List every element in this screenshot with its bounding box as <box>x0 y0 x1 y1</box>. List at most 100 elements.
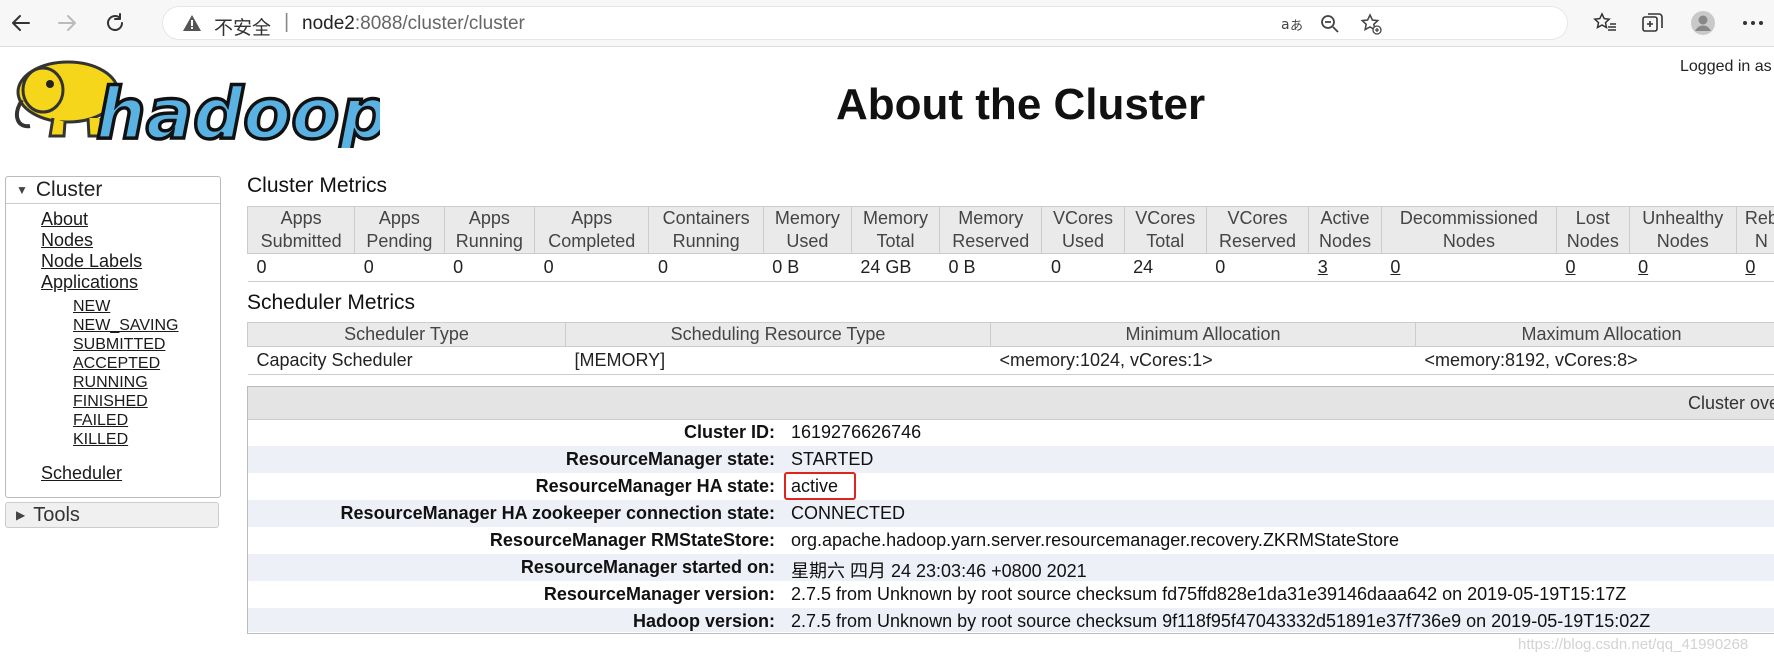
overview-label: Hadoop version: <box>632 611 775 631</box>
nav-link-app-accepted[interactable]: ACCEPTED <box>73 355 160 373</box>
favorites-icon[interactable] <box>1592 10 1618 36</box>
header-line: VCores <box>1053 208 1114 228</box>
value-vcores-reserved: 0 <box>1206 253 1309 282</box>
col-lost-nodes[interactable]: Lost Nodes <box>1555 206 1630 254</box>
value-apps-running: 0 <box>444 253 535 282</box>
scheduler-metrics-table: Scheduler Type Scheduling Resource Type … <box>247 322 1774 375</box>
cluster-metrics-header-row: Apps Submitted Apps Pending Apps Running Ap… <box>246 206 1774 254</box>
overview-value: 2.7.5 from Unknown by root source checks… <box>791 611 1651 631</box>
reload-icon[interactable] <box>100 8 130 38</box>
nav-link-app-running[interactable]: RUNNING <box>73 374 148 392</box>
insecure-label[interactable]: 不安全 <box>214 13 271 40</box>
active-nodes-link[interactable]: 3 <box>1318 257 1328 277</box>
back-icon[interactable] <box>6 8 36 38</box>
lost-nodes-link[interactable]: 0 <box>1565 257 1575 277</box>
overview-label: Cluster ID: <box>683 422 775 442</box>
nav-link-scheduler[interactable]: Scheduler <box>41 463 122 484</box>
col-decommissioned-nodes[interactable]: Decommissioned Nodes <box>1380 206 1557 254</box>
watermark: https://blog.csdn.net/qq_41990268 <box>1518 636 1749 653</box>
col-active-nodes[interactable]: Active Nodes <box>1308 206 1382 254</box>
col-scheduler-type[interactable]: Scheduler Type <box>247 322 566 347</box>
col-unhealthy-nodes[interactable]: Unhealthy Nodes <box>1628 206 1737 254</box>
header-line: Lost <box>1575 208 1610 228</box>
value-minimum-allocation: <memory:1024, vCores:1> <box>990 346 1416 375</box>
url-separator: | <box>284 11 290 33</box>
cluster-overview-title: Cluster ove <box>1688 393 1774 413</box>
overview-row: ResourceManager HA state: active <box>248 472 1774 500</box>
nav-link-app-finished[interactable]: FINISHED <box>73 393 148 411</box>
svg-text:あ: あ <box>1290 19 1302 34</box>
header-line: Total <box>1146 231 1185 251</box>
nav-link-nodes[interactable]: Nodes <box>41 230 93 251</box>
header-line: VCores <box>1227 208 1288 228</box>
nav-link-app-killed[interactable]: KILLED <box>73 431 128 449</box>
url-host: node2 <box>302 13 355 34</box>
col-memory-reserved[interactable]: Memory Reserved <box>939 206 1043 254</box>
header-line: Completed <box>548 231 636 251</box>
value-containers-running: 0 <box>648 253 764 282</box>
col-minimum-allocation[interactable]: Minimum Allocation <box>990 322 1416 347</box>
scheduler-metrics-title: Scheduler Metrics <box>247 291 416 314</box>
hadoop-logo[interactable]: hadoop <box>8 56 391 157</box>
value-scheduling-resource-type: [MEMORY] <box>565 346 991 375</box>
decommissioned-nodes-link[interactable]: 0 <box>1390 257 1400 277</box>
overview-row: Hadoop version: 2.7.5 from Unknown by ro… <box>248 608 1774 632</box>
header-line: Used <box>1062 231 1105 251</box>
cluster-nav-header[interactable]: ▼ Cluster <box>6 177 220 204</box>
nav-link-about[interactable]: About <box>41 209 88 230</box>
nav-link-app-new-saving[interactable]: NEW_SAVING <box>73 317 179 335</box>
header-line: Nodes <box>1319 231 1372 251</box>
zoom-out-icon[interactable] <box>1319 13 1341 35</box>
col-apps-completed[interactable]: Apps Completed <box>534 206 650 254</box>
header-line: Apps <box>280 208 322 228</box>
col-vcores-used[interactable]: VCores Used <box>1041 206 1125 254</box>
ha-state-value: active <box>791 476 839 496</box>
col-containers-running[interactable]: Containers Running <box>648 206 764 254</box>
value-memory-reserved: 0 B <box>939 253 1042 282</box>
value-apps-submitted: 0 <box>247 253 355 282</box>
nav-link-applications[interactable]: Applications <box>41 272 138 293</box>
col-scheduling-resource-type[interactable]: Scheduling Resource Type <box>565 322 991 347</box>
forward-icon[interactable] <box>52 8 82 38</box>
header-line: Running <box>672 231 740 251</box>
col-apps-running[interactable]: Apps Running <box>443 206 536 254</box>
col-vcores-total[interactable]: VCores Total <box>1123 206 1207 254</box>
col-memory-total[interactable]: Memory Total <box>850 206 941 254</box>
nav-link-node-labels[interactable]: Node Labels <box>41 251 142 272</box>
col-apps-pending[interactable]: Apps Pending <box>354 206 445 254</box>
header-line: Memory <box>862 208 928 228</box>
header-line: Apps <box>378 208 420 228</box>
collections-icon[interactable] <box>1640 10 1666 36</box>
col-rebooted-nodes[interactable]: Reb N <box>1735 206 1774 254</box>
col-apps-submitted[interactable]: Apps Submitted <box>246 206 356 254</box>
nav-link-app-new[interactable]: NEW <box>73 298 110 316</box>
overview-value: org.apache.hadoop.yarn.server.resourcema… <box>791 530 1399 550</box>
overview-row: ResourceManager HA zookeeper connection … <box>248 500 1774 527</box>
header-line: N <box>1754 231 1768 251</box>
overview-value: 星期六 四月 24 23:03:46 +0800 2021 <box>791 561 1087 581</box>
col-memory-used[interactable]: Memory Used <box>762 206 852 254</box>
col-maximum-allocation[interactable]: Maximum Allocation <box>1415 322 1774 347</box>
header-line: Pending <box>366 231 433 251</box>
unhealthy-nodes-link[interactable]: 0 <box>1638 257 1648 277</box>
value-scheduler-type: Capacity Scheduler <box>247 346 566 375</box>
nav-link-app-failed[interactable]: FAILED <box>73 412 128 430</box>
overview-value: 1619276626746 <box>791 422 922 442</box>
read-aloud-icon[interactable]: aあ <box>1280 13 1302 35</box>
more-menu-icon[interactable] <box>1740 10 1766 36</box>
overview-value: 2.7.5 from Unknown by root source checks… <box>791 584 1627 604</box>
address-bar[interactable]: 不安全 | node2:8088/cluster/cluster aあ <box>162 6 1568 40</box>
overview-label: ResourceManager state: <box>565 449 775 469</box>
value-rebooted-nodes: 0 <box>1736 253 1774 282</box>
url-text[interactable]: node2:8088/cluster/cluster <box>302 13 525 35</box>
add-favorite-icon[interactable] <box>1360 13 1382 35</box>
tools-nav-header[interactable]: ▶ Tools <box>5 502 219 528</box>
value-vcores-used: 0 <box>1041 253 1125 282</box>
profile-avatar-icon[interactable] <box>1690 10 1716 36</box>
nav-link-app-submitted[interactable]: SUBMITTED <box>73 336 165 354</box>
collapsed-triangle-icon: ▶ <box>16 508 26 522</box>
rebooted-nodes-link[interactable]: 0 <box>1745 257 1755 277</box>
warning-icon[interactable] <box>182 14 202 37</box>
overview-label: ResourceManager version: <box>543 584 775 604</box>
col-vcores-reserved[interactable]: VCores Reserved <box>1205 206 1310 254</box>
